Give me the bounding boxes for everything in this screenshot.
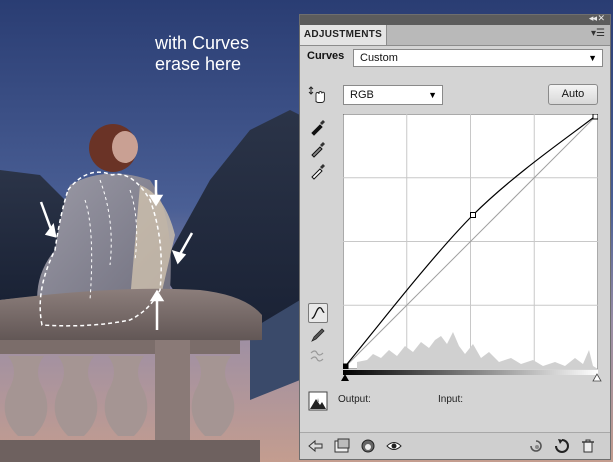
adjustments-panel: ◂◂ ✕ ADJUSTMENTS ▾☰ Curves Custom ▼ RGB … bbox=[299, 13, 611, 460]
curve-control-point[interactable] bbox=[470, 212, 476, 218]
caption-line-2: erase here bbox=[155, 54, 242, 74]
curves-label: Curves bbox=[307, 50, 345, 62]
channel-value: RGB bbox=[350, 89, 374, 101]
delete-trash-icon[interactable] bbox=[580, 438, 596, 454]
clip-to-layer-icon[interactable] bbox=[360, 438, 376, 454]
white-point-slider[interactable] bbox=[592, 373, 602, 382]
chevron-down-icon: ▼ bbox=[588, 53, 597, 63]
black-point-slider[interactable] bbox=[341, 374, 349, 381]
curves-preset-row: Curves Custom ▼ bbox=[306, 49, 604, 67]
curves-graph[interactable] bbox=[343, 114, 598, 369]
input-sliders[interactable] bbox=[340, 373, 602, 383]
output-input-row: Output: Input: bbox=[308, 391, 606, 411]
preset-value: Custom bbox=[360, 52, 398, 64]
output-label: Output: bbox=[338, 394, 371, 405]
smooth-curve-icon bbox=[310, 350, 324, 362]
pencil-draw-icon[interactable] bbox=[308, 325, 328, 345]
reset-icon[interactable] bbox=[554, 438, 570, 454]
preset-dropdown[interactable]: Custom ▼ bbox=[353, 49, 603, 67]
view-previous-state-icon[interactable] bbox=[528, 438, 544, 454]
input-label: Input: bbox=[438, 394, 464, 405]
panel-tabbar: ADJUSTMENTS ▾☰ bbox=[300, 25, 610, 46]
caption-line-1: with Curves bbox=[155, 33, 250, 53]
visibility-eye-icon[interactable] bbox=[386, 438, 402, 454]
black-point-eyedropper-icon[interactable] bbox=[308, 117, 328, 137]
chevron-down-icon: ▼ bbox=[428, 90, 437, 100]
curve-control-point[interactable] bbox=[592, 114, 598, 120]
targeted-adjustment-hand-icon[interactable] bbox=[308, 85, 328, 105]
instruction-caption: with Curves erase here bbox=[155, 33, 249, 75]
panel-title-strip: ◂◂ ✕ bbox=[300, 13, 610, 25]
expanded-view-icon[interactable] bbox=[334, 438, 350, 454]
panel-bottom-toolbar bbox=[300, 432, 610, 459]
curve-edit-points-icon[interactable] bbox=[308, 303, 328, 323]
double-arrow-collapse-icon[interactable]: ◂◂ ✕ bbox=[589, 13, 605, 24]
show-clipping-icon[interactable] bbox=[308, 391, 328, 411]
white-point-eyedropper-icon[interactable] bbox=[308, 161, 328, 181]
auto-button[interactable]: Auto bbox=[548, 84, 598, 105]
curve-control-point[interactable] bbox=[343, 363, 349, 369]
panel-menu-icon[interactable]: ▾☰ bbox=[591, 28, 605, 39]
gray-point-eyedropper-icon[interactable] bbox=[308, 139, 328, 159]
channel-dropdown[interactable]: RGB ▼ bbox=[343, 85, 443, 105]
return-to-list-icon[interactable] bbox=[308, 438, 324, 454]
tab-adjustments[interactable]: ADJUSTMENTS bbox=[300, 25, 387, 45]
